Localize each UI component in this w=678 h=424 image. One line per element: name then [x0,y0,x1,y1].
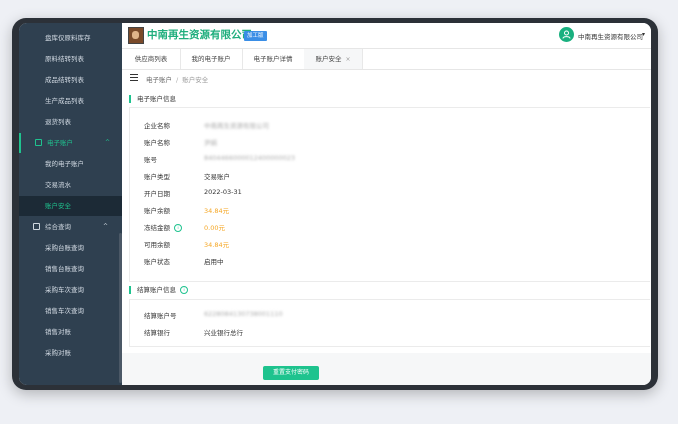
sidebar-group-query[interactable]: 综合查询 ^ [19,217,122,237]
info-icon[interactable]: i [180,286,188,294]
sidebar-item-my-account[interactable]: 我的电子账户 [19,154,122,174]
sidebar-item-purchase-trips[interactable]: 采购车次查询 [19,280,122,300]
info-icon[interactable]: i [174,224,182,232]
user-avatar-icon[interactable] [559,27,574,42]
header: 中南再生资源有限公司 加工版 中南再生资源有限公司 ▾ [122,23,651,49]
close-icon[interactable]: × [345,56,350,63]
sidebar-item-purchase-ledger[interactable]: 采购台账查询 [19,238,122,258]
chevron-up-icon: ^ [105,139,111,146]
footer-area [122,353,651,385]
breadcrumb-parent[interactable]: 电子账户 [146,76,172,84]
sidebar-item-production[interactable]: 生产成品列表 [19,91,122,111]
sidebar: 盘库仅原料库存 原料结转列表 成品结转列表 生产成品列表 退货列表 电子账户 ^… [19,23,122,385]
chevron-up-icon: ^ [103,223,109,230]
sidebar-item-raw-transfer[interactable]: 原料结转列表 [19,49,122,69]
settle-info-panel: 结算账户号 6228084130738001110 结算银行 兴业银行总行 [129,299,650,347]
available-value: 34.84元 [204,241,230,249]
tab-e-account-detail[interactable]: 电子账户详情 [242,49,305,69]
sidebar-item-purchase-reconcile[interactable]: 采购对账 [19,343,122,363]
chart-icon [33,223,40,230]
tab-supplier-list[interactable]: 供应商列表 [122,49,181,69]
edition-badge: 加工版 [244,31,267,41]
company-name: 中南再生资源有限公司 [147,29,252,41]
tab-bar: 供应商列表 我的电子账户 电子账户详情 账户安全 × [122,49,651,70]
frozen-value: 0.00元 [204,224,225,232]
sidebar-item-sales-reconcile[interactable]: 销售对账 [19,322,122,342]
caret-down-icon[interactable]: ▾ [642,31,645,38]
tab-my-e-account[interactable]: 我的电子账户 [180,49,243,69]
sidebar-item-returns[interactable]: 退货列表 [19,112,122,132]
device-frame: 盘库仅原料库存 原料结转列表 成品结转列表 生产成品列表 退货列表 电子账户 ^… [12,18,658,390]
wallet-icon [35,139,42,146]
breadcrumb: 电子账户 / 账户安全 [122,70,651,86]
sidebar-item-product-transfer[interactable]: 成品结转列表 [19,70,122,90]
app-screen: 盘库仅原料库存 原料结转列表 成品结转列表 生产成品列表 退货列表 电子账户 ^… [19,23,651,385]
balance-value: 34.84元 [204,207,230,215]
company-logo [128,27,144,44]
breadcrumb-current: 账户安全 [182,76,209,84]
settle-section-title: 结算账户信息 i [129,286,188,294]
status-value: 启用中 [204,258,224,266]
account-section-title: 电子账户信息 [129,95,176,103]
sidebar-item-inventory[interactable]: 盘库仅原料库存 [19,28,122,48]
sidebar-item-account-security[interactable]: 账户安全 [19,196,122,216]
reset-password-button[interactable]: 重置支付密码 [263,366,319,380]
menu-fold-icon[interactable] [130,74,138,81]
account-info-panel: 企业名称 中南再生资源有限公司 账户名称 尹娟 账号 8404466000012400… [129,107,650,282]
user-name[interactable]: 中南再生资源有限公司 [578,31,643,41]
sidebar-item-sales-trips[interactable]: 销售车次查询 [19,301,122,321]
tab-account-security[interactable]: 账户安全 × [304,49,363,69]
sidebar-item-sales-ledger[interactable]: 销售台账查询 [19,259,122,279]
sidebar-group-e-account[interactable]: 电子账户 ^ [19,133,122,153]
sidebar-item-transactions[interactable]: 交易流水 [19,175,122,195]
